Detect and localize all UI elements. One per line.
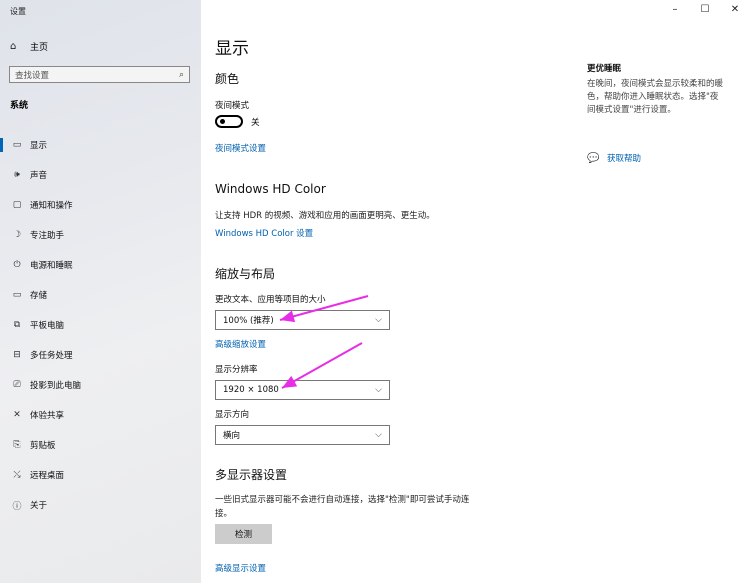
sidebar-item[interactable]: ⧉ 平板电脑 [0, 310, 201, 340]
get-help-icon: 💬 [587, 152, 600, 164]
text-size-label: 更改文本、应用等项目的大小 [215, 295, 326, 305]
resolution-value: 1920 × 1080 [223, 385, 279, 395]
hdr-description: 让支持 HDR 的视频、游戏和应用的画面更明亮、更生动。 [215, 211, 435, 221]
minimize-button[interactable]: – [660, 0, 690, 20]
color-heading: 颜色 [215, 72, 240, 86]
text-size-value: 100% (推荐) [223, 316, 274, 326]
maximize-button[interactable]: ☐ [690, 0, 720, 20]
multi-display-heading: 多显示器设置 [215, 468, 288, 482]
chevron-down-icon: ⌵ [375, 315, 382, 325]
orientation-label: 显示方向 [215, 410, 250, 420]
sidebar-item-label: 投影到此电脑 [30, 381, 82, 391]
projecting-icon: ⎚ [13, 380, 21, 390]
night-light-settings-link[interactable]: 夜间模式设置 [215, 142, 266, 154]
orientation-value: 横向 [223, 431, 241, 441]
sidebar-item-label: 关于 [30, 501, 48, 511]
scale-heading: 缩放与布局 [215, 267, 276, 281]
sidebar-item[interactable]: ⊟ 多任务处理 [0, 340, 201, 370]
about-icon: ⓘ [12, 501, 22, 512]
sidebar-item-label: 存储 [30, 291, 48, 301]
advanced-display-link[interactable]: 高级显示设置 [215, 562, 266, 574]
close-button[interactable]: ✕ [720, 0, 750, 20]
orientation-select[interactable]: 横向 ⌵ [215, 425, 390, 445]
sidebar-item[interactable]: ▭ 存储 [0, 280, 201, 310]
search-placeholder: 查找设置 [15, 70, 50, 81]
tablet-icon: ⧉ [13, 320, 21, 330]
sidebar: 设置 ⌂ 主页 查找设置 ⌕ 系统 ▭ 显示 🕪 声音 ▢ 通知和操作 ☽ 专注助手 ⏻ 电源和睡… [0, 0, 201, 583]
night-light-toggle-row: 关 [215, 115, 260, 128]
night-light-label: 夜间模式 [215, 101, 250, 111]
sidebar-item-label: 专注助手 [30, 231, 65, 241]
app-title: 设置 [10, 7, 26, 16]
sidebar-item[interactable]: ⏻ 电源和睡眠 [0, 250, 201, 280]
related-line: 间模式设置"进行设置。 [587, 105, 676, 115]
night-light-toggle[interactable] [215, 115, 243, 128]
sidebar-item-label: 电源和睡眠 [30, 261, 73, 271]
related-panel: 更优睡眠 在晚间，夜间模式会显示较柔和的暖 色，帮助你进入睡眠状态。选择"夜 间… [587, 62, 737, 117]
sidebar-item[interactable]: ✕ 体验共享 [0, 400, 201, 430]
hdr-settings-link[interactable]: Windows HD Color 设置 [215, 227, 313, 239]
home-icon: ⌂ [10, 40, 17, 52]
home-nav-item[interactable]: ⌂ 主页 [10, 38, 48, 54]
search-icon: ⌕ [178, 69, 184, 80]
advanced-scaling-link[interactable]: 高级缩放设置 [215, 338, 266, 350]
sidebar-nav: ▭ 显示 🕪 声音 ▢ 通知和操作 ☽ 专注助手 ⏻ 电源和睡眠 ▭ 存储 ⧉ 平板电脑 ⊟ 多任务处理 ⎚ 投影… [0, 130, 201, 520]
multitasking-icon: ⊟ [13, 350, 21, 360]
get-help-link[interactable]: 💬 获取帮助 [587, 152, 642, 165]
sidebar-item[interactable]: ⎘ 剪贴板 [0, 430, 201, 460]
window-controls: – ☐ ✕ [660, 0, 750, 20]
sidebar-item[interactable]: ▭ 显示 [0, 130, 201, 160]
sidebar-item[interactable]: ⓘ 关于 [0, 490, 201, 520]
text-size-select[interactable]: 100% (推荐) ⌵ [215, 310, 390, 330]
sidebar-item-label: 多任务处理 [30, 351, 73, 361]
section-title: 系统 [10, 101, 29, 111]
sidebar-item[interactable]: 🕪 声音 [0, 160, 201, 190]
storage-icon: ▭ [12, 290, 22, 300]
shared-experiences-icon: ✕ [13, 410, 21, 420]
sidebar-item[interactable]: ⎚ 投影到此电脑 [0, 370, 201, 400]
home-label: 主页 [30, 42, 49, 53]
search-input[interactable]: 查找设置 ⌕ [9, 66, 190, 83]
sound-icon: 🕪 [14, 170, 20, 180]
sidebar-item-label: 通知和操作 [30, 201, 73, 211]
focus-assist-icon: ☽ [12, 230, 22, 240]
related-line: 在晚间，夜间模式会显示较柔和的暖 [587, 79, 724, 89]
clipboard-icon: ⎘ [13, 440, 21, 450]
detect-button[interactable]: 检测 [215, 524, 272, 544]
sidebar-item-label: 声音 [30, 171, 48, 181]
page-title: 显示 [215, 39, 249, 59]
related-line: 色，帮助你进入睡眠状态。选择"夜 [587, 92, 719, 102]
remote-desktop-icon: ⤯ [13, 470, 21, 480]
sidebar-item-label: 剪贴板 [30, 441, 56, 451]
resolution-label: 显示分辨率 [215, 365, 258, 375]
related-description: 在晚间，夜间模式会显示较柔和的暖 色，帮助你进入睡眠状态。选择"夜 间模式设置"… [587, 78, 737, 117]
related-title: 更优睡眠 [587, 64, 622, 74]
sidebar-item-label: 远程桌面 [30, 471, 65, 481]
sidebar-item-label: 平板电脑 [30, 321, 65, 331]
multi-display-description-1: 一些旧式显示器可能不会进行自动连接，选择"检测"即可尝试手动连 [215, 495, 470, 505]
night-light-state: 关 [251, 117, 260, 128]
multi-display-description-2: 接。 [215, 509, 233, 519]
chevron-down-icon: ⌵ [375, 430, 382, 440]
notifications-icon: ▢ [12, 200, 22, 210]
sidebar-item[interactable]: ⤯ 远程桌面 [0, 460, 201, 490]
sidebar-item[interactable]: ▢ 通知和操作 [0, 190, 201, 220]
display-icon: ▭ [12, 140, 22, 150]
toggle-knob [220, 119, 225, 124]
hdr-heading: Windows HD Color [215, 182, 326, 196]
chevron-down-icon: ⌵ [375, 385, 382, 395]
resolution-select[interactable]: 1920 × 1080 ⌵ [215, 380, 390, 400]
sidebar-item[interactable]: ☽ 专注助手 [0, 220, 201, 250]
power-icon: ⏻ [13, 260, 21, 270]
get-help-label: 获取帮助 [607, 154, 642, 164]
sidebar-item-label: 体验共享 [30, 411, 65, 421]
sidebar-item-label: 显示 [30, 141, 48, 151]
